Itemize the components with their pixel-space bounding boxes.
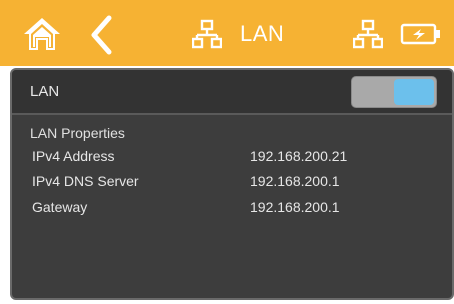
lan-properties-title: LAN Properties (30, 125, 125, 141)
battery-status (400, 23, 442, 45)
home-icon (24, 18, 60, 50)
network-icon (192, 19, 222, 49)
lan-toggle-row: LAN (12, 70, 452, 115)
property-name: IPv4 Address (32, 148, 115, 164)
property-name: Gateway (32, 199, 88, 215)
property-row-ipv4-dns-server: IPv4 DNS Server 192.168.200.1 (32, 173, 432, 193)
toggle-knob (394, 79, 434, 105)
property-row-gateway: Gateway 192.168.200.1 (32, 199, 432, 219)
property-value: 192.168.200.1 (250, 173, 340, 189)
chevron-left-icon (91, 15, 112, 55)
property-value: 192.168.200.21 (250, 148, 348, 164)
lan-toggle[interactable] (351, 76, 437, 108)
property-row-ipv4-address: IPv4 Address 192.168.200.21 (32, 148, 432, 168)
page-title: LAN (240, 21, 285, 46)
battery-charging-icon (400, 23, 440, 45)
home-button[interactable] (22, 16, 62, 52)
lan-label: LAN (30, 83, 60, 100)
property-name: IPv4 DNS Server (32, 173, 139, 189)
network-status-icon (352, 19, 384, 49)
property-value: 192.168.200.1 (250, 199, 340, 215)
top-bar: LAN (0, 0, 454, 66)
back-button[interactable] (89, 15, 113, 55)
screen: LAN LAN LAN Properties IPv4 Address 192.… (0, 0, 454, 304)
network-status (352, 19, 384, 49)
page-header: LAN (192, 16, 284, 52)
lan-panel: LAN LAN Properties IPv4 Address 192.168.… (10, 68, 454, 300)
